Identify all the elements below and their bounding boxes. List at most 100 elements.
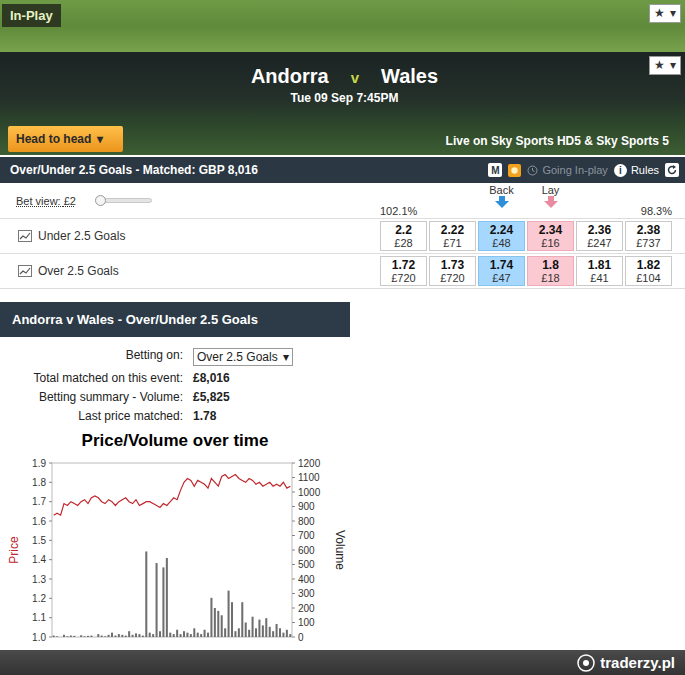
stat-value: £5,825 (193, 390, 350, 404)
price-tick: 1.5 (32, 535, 52, 546)
amount: £720 (440, 272, 464, 285)
runner-name: Under 2.5 Goals (18, 229, 380, 243)
svg-text:1.3: 1.3 (32, 574, 46, 585)
star-icon: ★ (654, 6, 665, 21)
event-title: AndorravWales (251, 65, 438, 88)
price-cell[interactable]: 1.82£104 (625, 256, 672, 286)
runner-name: Over 2.5 Goals (18, 264, 380, 278)
volume-bar (162, 567, 164, 637)
odds: 1.81 (588, 258, 611, 272)
event-favourite-button[interactable]: ★▾ (649, 56, 681, 75)
volume-bar (80, 635, 82, 637)
volume-bar (238, 628, 240, 637)
volume-bar (84, 636, 86, 638)
lay-arrow-icon (544, 196, 558, 208)
event-header: AndorravWales Tue 09 Sep 7:45PM ★▾ Head to … (0, 52, 685, 155)
volume-bar (114, 636, 116, 637)
volume-bar (135, 633, 137, 637)
volume-bar (142, 636, 144, 637)
refresh-icon[interactable] (665, 163, 679, 177)
stat-value: £8,016 (193, 371, 350, 385)
svg-text:800: 800 (298, 516, 315, 527)
amount: £104 (636, 272, 660, 285)
volume-bar (276, 624, 278, 637)
price-cell[interactable]: 1.74£47 (478, 256, 525, 286)
odds: 2.38 (637, 223, 660, 237)
head-to-head-button[interactable]: Head to head ▾ (8, 126, 123, 152)
dropdown-arrow-icon: ▾ (97, 132, 103, 146)
odds: 2.36 (588, 223, 611, 237)
volume-bar (214, 608, 216, 637)
chart-area: 1.01.11.21.31.41.51.61.71.81.90100200300… (0, 451, 350, 650)
svg-text:1000: 1000 (298, 487, 321, 498)
price-cell[interactable]: 1.72£720 (380, 256, 427, 286)
volume-bar (176, 630, 178, 637)
price-cell[interactable]: 1.73£720 (429, 256, 476, 286)
svg-text:1.2: 1.2 (32, 593, 46, 604)
svg-text:1.4: 1.4 (32, 554, 46, 565)
volume-bar (149, 633, 151, 637)
betting-on-select[interactable]: Over 2.5 Goals▾ (193, 348, 293, 366)
volume-bar (258, 620, 260, 637)
volume-bar (190, 634, 192, 637)
price-tick: 1.4 (32, 554, 52, 565)
volume-tick: 500 (292, 559, 315, 570)
volume-bar (217, 611, 219, 637)
event-time: Tue 09 Sep 7:45PM (291, 91, 399, 105)
price-header: 102.1%BackLay98.3% (380, 183, 672, 218)
volume-bar (210, 598, 212, 637)
slider-knob[interactable] (95, 195, 106, 206)
price-tick: 1.3 (32, 574, 52, 585)
volume-bar (262, 625, 264, 637)
amount: £41 (590, 272, 608, 285)
price-cell[interactable]: 1.81£41 (576, 256, 623, 286)
volume-bar (60, 637, 62, 638)
svg-text:1.1: 1.1 (32, 612, 46, 623)
svg-text:1.0: 1.0 (32, 632, 46, 643)
volume-bar (265, 618, 267, 637)
volume-tick: 400 (292, 574, 315, 585)
bet-view-slider[interactable] (96, 198, 152, 203)
event-title-block: AndorravWales Tue 09 Sep 7:45PM (251, 65, 438, 105)
multiples-button[interactable]: M (488, 163, 502, 177)
bet-view-label[interactable]: Bet view: £2 (16, 195, 76, 207)
volume-tick: 800 (292, 516, 315, 527)
price-tick: 1.9 (32, 458, 52, 469)
volume-tick: 200 (292, 603, 315, 614)
price-cell[interactable]: 2.36£247 (576, 221, 623, 251)
volume-bar (183, 631, 185, 637)
chart-icon[interactable] (18, 230, 32, 242)
volume-bar (169, 633, 171, 637)
amount: £47 (492, 272, 510, 285)
lay-header: Lay (527, 183, 574, 218)
volume-tick: 600 (292, 545, 315, 556)
volume-bar (193, 628, 195, 637)
price-cell[interactable]: 2.38£737 (625, 221, 672, 251)
volume-bar (145, 551, 147, 637)
svg-text:900: 900 (298, 501, 315, 512)
price-cell[interactable]: 1.8£18 (527, 256, 574, 286)
volume-bar (252, 617, 254, 637)
favourite-button[interactable]: ★▾ (649, 4, 681, 23)
price-cell[interactable]: 2.2£28 (380, 221, 427, 251)
price-cell[interactable]: 2.34£16 (527, 221, 574, 251)
price-cells: 2.2£282.22£712.24£482.34£162.36£2472.38£… (380, 221, 672, 251)
head-to-head-label: Head to head (16, 132, 91, 146)
price-cell[interactable]: 2.22£71 (429, 221, 476, 251)
chart-icon[interactable] (18, 265, 32, 277)
price-cell[interactable]: 2.24£48 (478, 221, 525, 251)
volume-bar (207, 633, 209, 637)
back-arrow-icon (495, 196, 509, 208)
amount: £18 (541, 272, 559, 285)
market-title: Over/Under 2.5 Goals - Matched: GBP 8,01… (10, 163, 258, 177)
rules-button[interactable]: iRules (614, 164, 659, 177)
amount: £247 (587, 237, 611, 250)
volume-bar (132, 635, 134, 637)
chart-title: Price/Volume over time (0, 431, 350, 451)
volume-bar (286, 630, 288, 637)
betting-on-value: Over 2.5 Goals (197, 350, 278, 364)
amount: £737 (636, 237, 660, 250)
volume-bar (204, 630, 206, 637)
volume-bar (63, 635, 65, 637)
volume-bar (241, 602, 243, 637)
